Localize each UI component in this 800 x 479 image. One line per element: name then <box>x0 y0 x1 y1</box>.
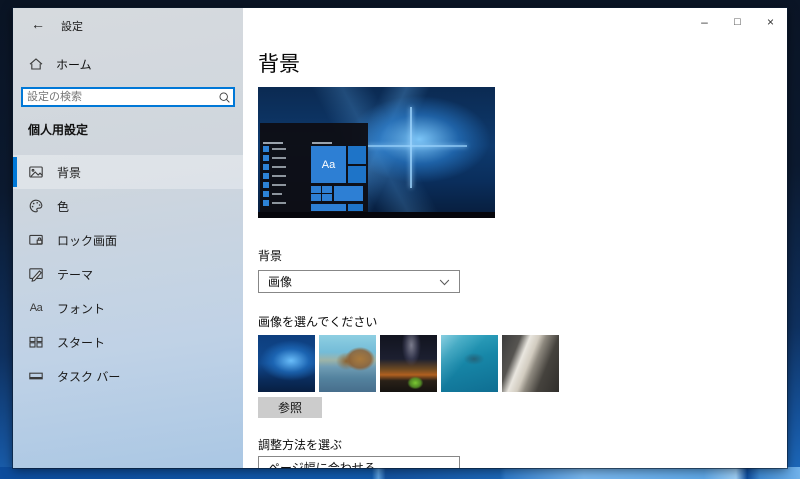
sidebar-item-label: テーマ <box>57 267 94 282</box>
start-tile <box>311 186 321 193</box>
minimize-button[interactable]: – <box>688 8 721 36</box>
start-tile <box>348 166 366 183</box>
sidebar-item-label: タスク バー <box>57 369 121 384</box>
sidebar-item-label: スタート <box>57 335 106 350</box>
settings-window: ← 設定 ホーム 個人用設定 背景 <box>13 8 787 468</box>
start-menu-header-line <box>263 142 283 144</box>
sidebar-item-themes[interactable]: テーマ <box>13 257 243 291</box>
fit-dropdown[interactable]: ページ幅に合わせる <box>258 456 460 468</box>
sidebar-section-title: 個人用設定 <box>28 123 89 137</box>
thumbnail-night-sky-tent[interactable] <box>380 335 437 392</box>
search-box[interactable] <box>21 87 235 107</box>
sidebar-item-label: 色 <box>57 199 70 214</box>
start-tile <box>348 146 366 164</box>
search-input[interactable] <box>23 90 215 104</box>
app-list-line <box>272 157 286 159</box>
app-list-line <box>272 166 286 168</box>
sidebar-item-label: ロック画面 <box>57 233 118 248</box>
sidebar-item-label: ホーム <box>56 57 92 72</box>
search-icon[interactable] <box>215 91 233 104</box>
choose-picture-label: 画像を選んでください <box>258 315 378 329</box>
thumbnail-underwater[interactable] <box>441 335 498 392</box>
start-tile <box>348 204 363 211</box>
thumbnail-windows-hero[interactable] <box>258 335 315 392</box>
sidebar-item-start[interactable]: スタート <box>13 325 243 359</box>
app-list-line <box>272 175 286 177</box>
sidebar-item-colors[interactable]: 色 <box>13 189 243 223</box>
dropdown-value: ページ幅に合わせる <box>268 461 376 468</box>
tiles-header-line <box>312 142 332 144</box>
background-dropdown-label: 背景 <box>258 249 283 263</box>
app-list-line <box>272 148 286 150</box>
palette-icon <box>28 198 44 214</box>
start-tile <box>334 186 363 201</box>
app-list-square <box>263 146 269 152</box>
maximize-button[interactable]: □ <box>721 8 754 36</box>
sidebar-item-home[interactable]: ホーム <box>21 52 235 76</box>
desktop-wallpaper-streaks <box>0 467 800 479</box>
taskbar-icon <box>28 368 44 384</box>
start-tile <box>311 204 346 211</box>
browse-button-label: 参照 <box>277 401 302 415</box>
start-tile <box>322 186 332 193</box>
window-title: 設定 <box>61 21 83 33</box>
sidebar: ← 設定 ホーム 個人用設定 背景 <box>13 8 243 468</box>
fit-dropdown-label: 調整方法を選ぶ <box>258 438 343 452</box>
hero-window-pane-horizontal <box>367 144 467 147</box>
app-list-square <box>263 191 269 197</box>
home-icon <box>28 56 44 72</box>
start-menu-preview: Aa <box>260 123 368 213</box>
app-list-square <box>263 200 269 206</box>
sidebar-item-background[interactable]: 背景 <box>13 155 243 189</box>
sidebar-item-lock-screen[interactable]: ロック画面 <box>13 223 243 257</box>
dropdown-value: 画像 <box>268 275 293 289</box>
close-icon: × <box>766 15 774 29</box>
sidebar-nav: 背景 色 ロック画面 テーマ Aa フォント スタート タスク バー <box>13 155 243 393</box>
theme-icon <box>28 266 44 282</box>
sidebar-item-taskbar[interactable]: タスク バー <box>13 359 243 393</box>
app-list-line <box>272 202 286 204</box>
lock-screen-icon <box>28 232 44 248</box>
page-title: 背景 <box>258 53 300 76</box>
start-tiles-icon <box>28 334 44 350</box>
background-type-dropdown[interactable]: 画像 <box>258 270 460 293</box>
picture-thumbnails <box>258 335 559 392</box>
main-pane: – □ × 背景 Aa 背景 画像 画像を選んでください 参照 調整方法を選ぶ … <box>243 8 787 468</box>
app-list-line <box>272 184 286 186</box>
hero-window-pane-vertical <box>409 106 412 188</box>
start-tile <box>322 194 332 201</box>
close-button[interactable]: × <box>754 8 787 36</box>
minimize-icon: – <box>701 15 708 29</box>
sidebar-item-fonts[interactable]: Aa フォント <box>13 291 243 325</box>
chevron-down-icon <box>439 275 450 289</box>
sidebar-item-label: フォント <box>57 301 106 316</box>
background-preview: Aa <box>258 87 495 218</box>
app-list-line <box>272 193 282 195</box>
app-list-square <box>263 155 269 161</box>
back-arrow-icon: ← <box>31 16 45 32</box>
app-list-square <box>263 173 269 179</box>
start-tile <box>311 194 321 201</box>
start-tile-aa: Aa <box>311 146 346 183</box>
sidebar-item-label: 背景 <box>57 165 82 180</box>
thumbnail-beach-rocks[interactable] <box>319 335 376 392</box>
app-list-square <box>263 164 269 170</box>
maximize-icon: □ <box>734 16 741 28</box>
back-button[interactable]: ← <box>23 14 53 34</box>
caption-buttons: – □ × <box>688 8 787 36</box>
browse-button[interactable]: 参照 <box>258 397 322 418</box>
thumbnail-rock-cliff[interactable] <box>502 335 559 392</box>
taskbar-preview <box>258 212 495 218</box>
picture-icon <box>28 164 44 180</box>
fonts-icon: Aa <box>29 302 43 314</box>
app-list-square <box>263 182 269 188</box>
